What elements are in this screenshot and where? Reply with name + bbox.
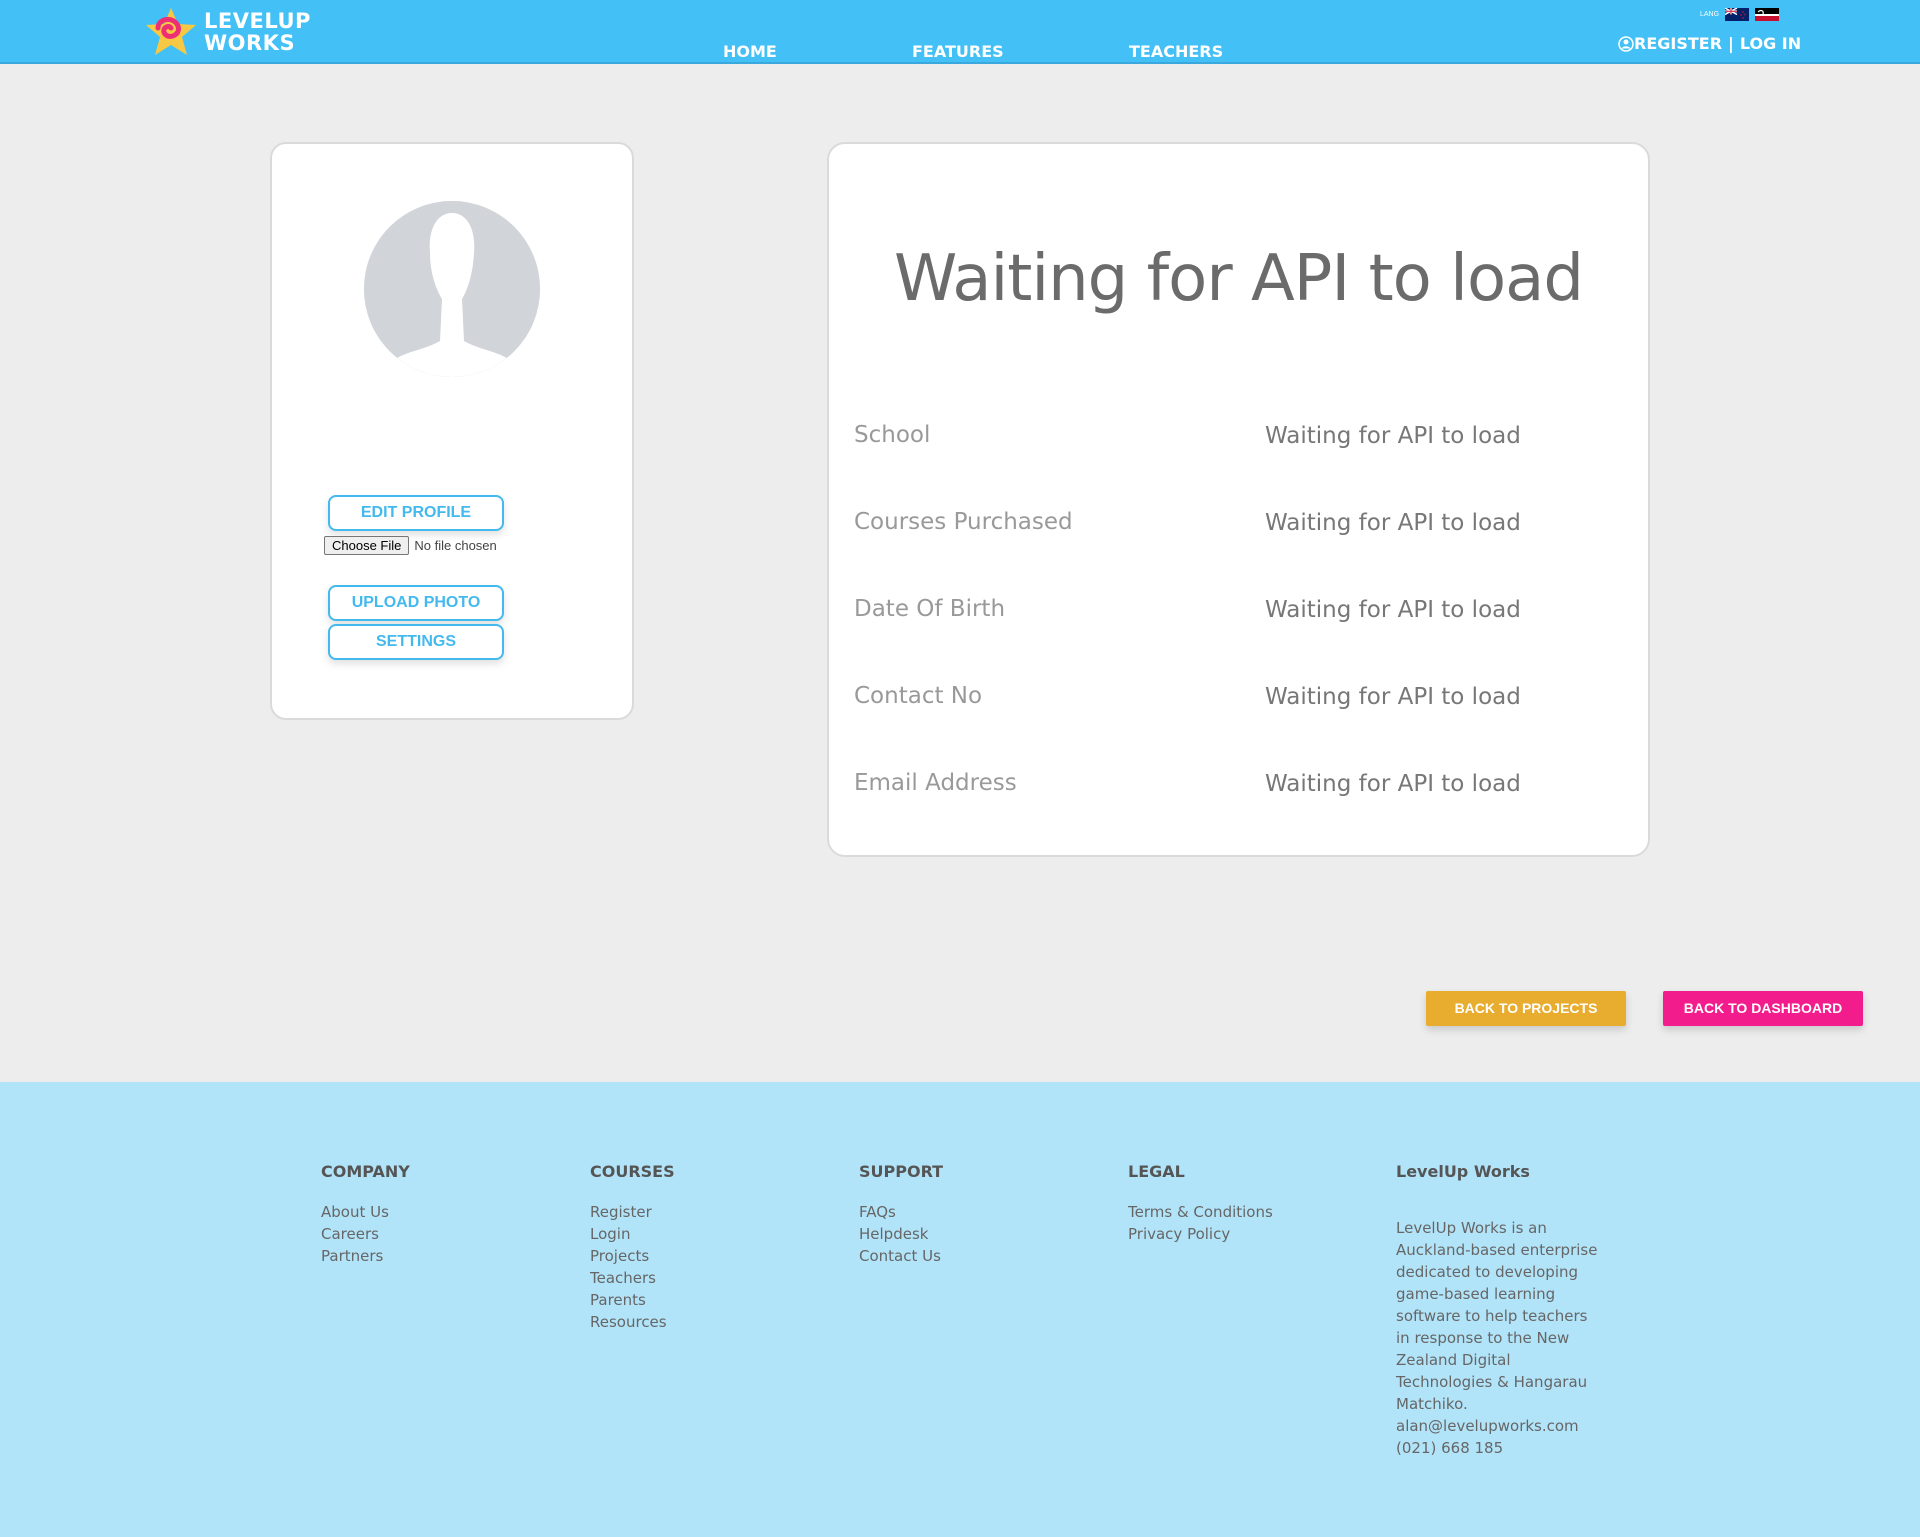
footer-phone: (021) 668 185 — [1396, 1439, 1504, 1457]
edit-profile-button[interactable]: EDIT PROFILE — [328, 495, 504, 531]
auth-links: REGISTER | LOG IN — [1618, 34, 1801, 53]
value-email-address: Waiting for API to load — [1265, 771, 1521, 797]
logo-line-2: WORKS — [204, 31, 296, 55]
footer-heading-about: LevelUp Works — [1396, 1162, 1530, 1181]
footer-heading-courses: COURSES — [590, 1162, 675, 1181]
language-switcher: LANG — [1700, 8, 1780, 21]
profile-card: EDIT PROFILE Choose File No file chosen … — [270, 142, 634, 720]
avatar — [364, 201, 540, 377]
nav-teachers[interactable]: TEACHERS — [1129, 42, 1223, 61]
footer-link-careers[interactable]: Careers — [321, 1223, 410, 1245]
settings-button[interactable]: SETTINGS — [328, 624, 504, 660]
label-contact-no: Contact No — [854, 683, 983, 709]
nz-flag-icon[interactable] — [1725, 8, 1750, 21]
back-to-projects-button[interactable]: BACK TO PROJECTS — [1426, 991, 1626, 1026]
logo-line-1: LEVELUP — [204, 9, 311, 33]
footer-link-terms[interactable]: Terms & Conditions — [1128, 1201, 1273, 1223]
levelup-logo[interactable]: LEVELUP WORKS — [144, 6, 311, 58]
login-link[interactable]: LOG IN — [1740, 34, 1801, 53]
details-title: Waiting for API to load — [894, 242, 1584, 316]
footer-link-login[interactable]: Login — [590, 1223, 675, 1245]
default-avatar-icon — [364, 201, 540, 377]
footer-link-faqs[interactable]: FAQs — [859, 1201, 943, 1223]
footer-heading-company: COMPANY — [321, 1162, 410, 1181]
user-circle-icon — [1618, 35, 1634, 52]
footer-link-contact-us[interactable]: Contact Us — [859, 1245, 943, 1267]
footer-email[interactable]: alan@levelupworks.com — [1396, 1415, 1602, 1437]
label-date-of-birth: Date Of Birth — [854, 596, 1006, 622]
value-contact-no: Waiting for API to load — [1265, 684, 1521, 710]
footer-link-register[interactable]: Register — [590, 1201, 675, 1223]
footer-link-projects[interactable]: Projects — [590, 1245, 675, 1267]
label-courses-purchased: Courses Purchased — [854, 509, 1073, 535]
file-input[interactable]: Choose File No file chosen — [324, 536, 497, 555]
footer-about-text: LevelUp Works is an Auckland-based enter… — [1396, 1219, 1598, 1413]
footer-about: LevelUp Works LevelUp Works is an Auckla… — [1396, 1162, 1602, 1459]
footer-link-privacy[interactable]: Privacy Policy — [1128, 1223, 1273, 1245]
nav-features[interactable]: FEATURES — [912, 42, 1004, 61]
maori-flag-icon[interactable] — [1755, 8, 1780, 21]
back-to-dashboard-button[interactable]: BACK TO DASHBOARD — [1663, 991, 1863, 1026]
lang-label: LANG — [1700, 11, 1720, 18]
footer: COMPANY About Us Careers Partners COURSE… — [0, 1082, 1920, 1537]
footer-link-partners[interactable]: Partners — [321, 1245, 410, 1267]
footer-link-parents[interactable]: Parents — [590, 1289, 675, 1311]
footer-link-helpdesk[interactable]: Helpdesk — [859, 1223, 943, 1245]
footer-support: SUPPORT FAQs Helpdesk Contact Us — [859, 1162, 943, 1267]
upload-photo-button[interactable]: UPLOAD PHOTO — [328, 585, 504, 621]
value-school: Waiting for API to load — [1265, 423, 1521, 449]
label-school: School — [854, 422, 931, 448]
value-courses-purchased: Waiting for API to load — [1265, 510, 1521, 536]
top-nav-bar: LEVELUP WORKS HOME FEATURES TEACHERS LAN… — [0, 0, 1920, 64]
value-date-of-birth: Waiting for API to load — [1265, 597, 1521, 623]
footer-link-about-us[interactable]: About Us — [321, 1201, 410, 1223]
choose-file-button[interactable]: Choose File — [324, 536, 410, 555]
footer-link-resources[interactable]: Resources — [590, 1311, 675, 1333]
label-email-address: Email Address — [854, 770, 1017, 796]
details-card: Waiting for API to load School Waiting f… — [827, 142, 1650, 857]
star-logo-icon — [146, 8, 196, 55]
footer-heading-support: SUPPORT — [859, 1162, 944, 1181]
nav-home[interactable]: HOME — [723, 42, 777, 61]
footer-heading-legal: LEGAL — [1128, 1162, 1185, 1181]
footer-company: COMPANY About Us Careers Partners — [321, 1162, 410, 1267]
footer-legal: LEGAL Terms & Conditions Privacy Policy — [1128, 1162, 1273, 1245]
auth-separator: | — [1728, 34, 1734, 53]
logo-text: LEVELUP WORKS — [204, 10, 311, 54]
register-link[interactable]: REGISTER — [1634, 34, 1722, 53]
no-file-text: No file chosen — [414, 538, 497, 553]
footer-link-teachers[interactable]: Teachers — [590, 1267, 675, 1289]
footer-courses: COURSES Register Login Projects Teachers… — [590, 1162, 675, 1333]
